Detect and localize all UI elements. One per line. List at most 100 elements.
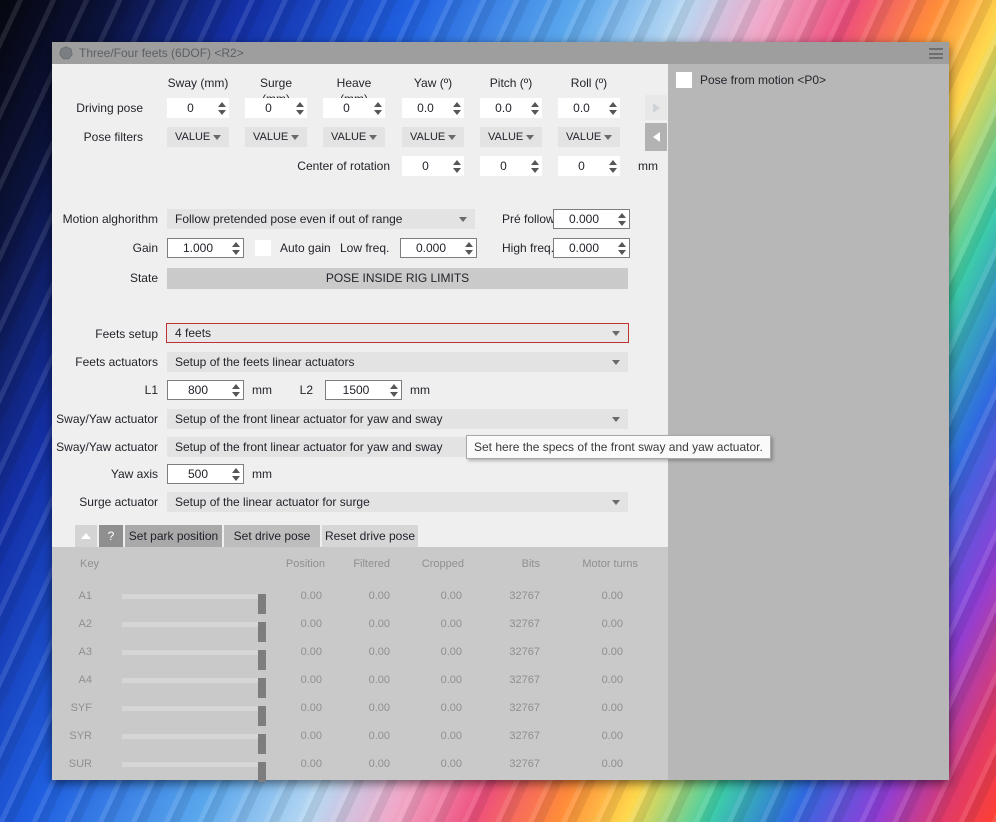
motor-turns-value: 0.00 — [553, 698, 623, 718]
column-header-sway: Sway (mm) — [167, 75, 229, 91]
spinner-up-down-icon[interactable] — [449, 102, 464, 115]
low-freq-spinner[interactable]: 0.000 — [400, 238, 477, 258]
auto-gain-label: Auto gain — [280, 238, 331, 258]
table-row-sur: SUR 0.00 0.00 0.00 32767 0.00 — [52, 754, 668, 774]
surge-actuator-dropdown[interactable]: Setup of the linear actuator for surge — [167, 492, 628, 512]
pose-from-motion-label: Pose from motion <P0> — [700, 70, 826, 90]
sway-yaw-actuator-1-dropdown[interactable]: Setup of the front linear actuator for y… — [167, 409, 628, 429]
motion-algorithm-label: Motion alghorithm — [52, 209, 158, 229]
set-park-position-button[interactable]: Set park position — [125, 525, 222, 547]
spinner-up-down-icon[interactable] — [370, 102, 385, 115]
driving-pose-pitch-spinner[interactable]: 0.0 — [480, 98, 542, 118]
spinner-up-down-icon[interactable] — [228, 468, 243, 481]
collapse-icon — [81, 533, 91, 539]
spinner-value: 0 — [402, 159, 449, 173]
outputs-header-motor-turns: Motor turns — [548, 556, 638, 572]
feets-setup-dropdown[interactable]: 4 feets — [166, 323, 629, 343]
position-value: 0.00 — [252, 642, 322, 662]
pre-follow-spinner[interactable]: 0.000 — [553, 209, 630, 229]
spinner-up-down-icon[interactable] — [386, 384, 401, 397]
yaw-axis-spinner[interactable]: 500 — [167, 464, 244, 484]
help-button[interactable]: ? — [99, 525, 123, 547]
yaw-axis-label: Yaw axis — [52, 464, 158, 484]
pose-filter-yaw-dropdown[interactable]: VALUE — [402, 127, 464, 147]
spinner-up-down-icon[interactable] — [228, 384, 243, 397]
position-value: 0.00 — [252, 670, 322, 690]
filtered-value: 0.00 — [320, 726, 390, 746]
spinner-value: 0 — [558, 159, 605, 173]
center-of-rotation-y-spinner[interactable]: 0 — [480, 156, 542, 176]
position-value: 0.00 — [252, 698, 322, 718]
pose-filter-surge-dropdown[interactable]: VALUE — [245, 127, 307, 147]
spinner-up-down-icon[interactable] — [214, 102, 229, 115]
spinner-up-down-icon[interactable] — [614, 242, 629, 255]
l2-spinner[interactable]: 1500 — [325, 380, 402, 400]
column-header-roll: Roll (º) — [558, 75, 620, 91]
spinner-up-down-icon[interactable] — [527, 160, 542, 173]
spinner-up-down-icon[interactable] — [228, 242, 243, 255]
filtered-value: 0.00 — [320, 670, 390, 690]
pose-filter-pitch-dropdown[interactable]: VALUE — [480, 127, 542, 147]
receive-pose-button[interactable] — [645, 123, 667, 151]
spinner-value: 500 — [168, 467, 228, 481]
titlebar[interactable]: Three/Four feets (6DOF) <R2> — [52, 42, 949, 64]
gain-spinner[interactable]: 1.000 — [167, 238, 244, 258]
spinner-value: 0.0 — [402, 101, 449, 115]
position-slider[interactable] — [122, 594, 265, 599]
position-slider[interactable] — [122, 706, 265, 711]
motor-turns-value: 0.00 — [553, 754, 623, 774]
spinner-value: 0.000 — [401, 241, 461, 255]
spinner-up-down-icon[interactable] — [614, 213, 629, 226]
pose-from-motion-checkbox[interactable] — [676, 72, 692, 88]
position-slider[interactable] — [122, 678, 265, 683]
spinner-up-down-icon[interactable] — [527, 102, 542, 115]
position-slider[interactable] — [122, 734, 265, 739]
spinner-up-down-icon[interactable] — [292, 102, 307, 115]
spinner-up-down-icon[interactable] — [461, 242, 476, 255]
position-slider[interactable] — [122, 622, 265, 627]
row-key: A4 — [60, 670, 92, 690]
row-key: SYF — [60, 698, 92, 718]
chevron-down-icon — [213, 135, 221, 140]
driving-pose-yaw-spinner[interactable]: 0.0 — [402, 98, 464, 118]
spinner-value: 0 — [323, 101, 370, 115]
position-slider[interactable] — [122, 762, 265, 767]
table-row-syr: SYR 0.00 0.00 0.00 32767 0.00 — [52, 726, 668, 746]
center-of-rotation-z-spinner[interactable]: 0 — [558, 156, 620, 176]
l2-label: L2 — [272, 380, 313, 400]
table-row-a2: A2 0.00 0.00 0.00 32767 0.00 — [52, 614, 668, 634]
motor-turns-value: 0.00 — [553, 614, 623, 634]
reset-drive-pose-button[interactable]: Reset drive pose — [322, 525, 418, 547]
hamburger-menu-icon[interactable] — [929, 48, 943, 59]
position-slider[interactable] — [122, 650, 265, 655]
spinner-up-down-icon[interactable] — [605, 160, 620, 173]
outputs-header-cropped: Cropped — [394, 556, 464, 572]
feets-actuators-dropdown[interactable]: Setup of the feets linear actuators — [167, 352, 628, 372]
chevron-down-icon — [291, 135, 299, 140]
spinner-up-down-icon[interactable] — [605, 102, 620, 115]
spinner-up-down-icon[interactable] — [449, 160, 464, 173]
high-freq-spinner[interactable]: 0.000 — [553, 238, 630, 258]
set-drive-pose-button[interactable]: Set drive pose — [224, 525, 320, 547]
outputs-header-filtered: Filtered — [320, 556, 390, 572]
chevron-down-icon — [369, 135, 377, 140]
column-header-heave: Heave (mm) — [323, 75, 385, 91]
collapse-button[interactable] — [75, 525, 97, 547]
l1-spinner[interactable]: 800 — [167, 380, 244, 400]
pose-filter-heave-dropdown[interactable]: VALUE — [323, 127, 385, 147]
cropped-value: 0.00 — [392, 698, 462, 718]
bits-value: 32767 — [470, 754, 540, 774]
auto-gain-checkbox[interactable] — [255, 240, 271, 256]
driving-pose-roll-spinner[interactable]: 0.0 — [558, 98, 620, 118]
driving-pose-heave-spinner[interactable]: 0 — [323, 98, 385, 118]
spinner-value: 0.0 — [480, 101, 527, 115]
cropped-value: 0.00 — [392, 586, 462, 606]
pose-filter-roll-dropdown[interactable]: VALUE — [558, 127, 620, 147]
l2-unit: mm — [410, 380, 430, 400]
send-pose-button[interactable] — [645, 95, 667, 120]
center-of-rotation-x-spinner[interactable]: 0 — [402, 156, 464, 176]
pose-filter-sway-dropdown[interactable]: VALUE — [167, 127, 229, 147]
motion-algorithm-dropdown[interactable]: Follow pretended pose even if out of ran… — [167, 209, 475, 229]
driving-pose-sway-spinner[interactable]: 0 — [167, 98, 229, 118]
driving-pose-surge-spinner[interactable]: 0 — [245, 98, 307, 118]
